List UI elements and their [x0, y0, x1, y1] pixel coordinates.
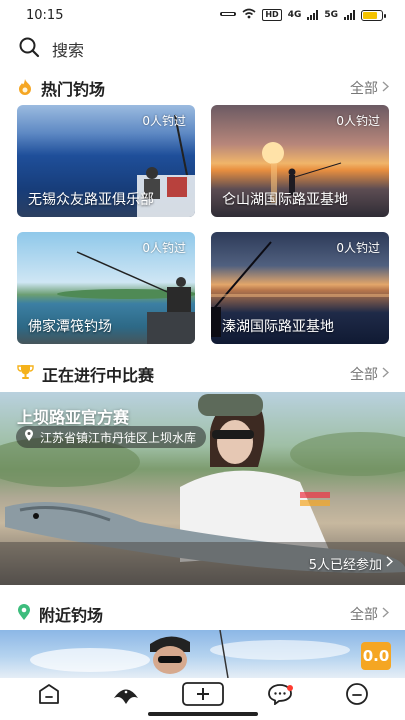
- match-banner[interactable]: 上坝路亚官方赛 江苏省镇江市丹徒区上坝水库 5人已经参加: [0, 392, 405, 585]
- battery-level: [363, 11, 378, 19]
- spot-card[interactable]: 0人钓过 仑山湖国际路亚基地: [211, 105, 389, 217]
- signal-bars-icon: [307, 10, 319, 20]
- nearby-header: 附近钓场 全部: [17, 602, 390, 626]
- search-bar[interactable]: 搜索: [18, 36, 388, 62]
- home-indicator: [148, 712, 258, 716]
- flame-icon: [17, 78, 33, 99]
- match-joined-count[interactable]: 5人已经参加: [308, 554, 394, 573]
- chevron-right-icon: [386, 556, 394, 571]
- tab-fishing[interactable]: [104, 680, 148, 712]
- more-label: 全部: [350, 81, 378, 97]
- hd-badge: HD: [262, 9, 282, 21]
- battery-icon: [361, 9, 386, 21]
- spot-visit-count: 0人钓过: [336, 114, 380, 128]
- tab-create[interactable]: [181, 680, 225, 712]
- spot-visit-count: 0人钓过: [336, 241, 380, 255]
- hot-spots-title: 热门钓场: [41, 80, 106, 99]
- nearby-spot-card[interactable]: 0.0: [0, 630, 405, 678]
- joined-label: 5人已经参加: [308, 558, 382, 573]
- location-pin-icon: [17, 603, 31, 625]
- match-location: 江苏省镇江市丹徒区上坝水库: [40, 430, 197, 445]
- wifi-icon: [242, 8, 256, 22]
- spot-name: 无锡众友路亚俱乐部: [28, 192, 154, 208]
- tab-home[interactable]: [27, 680, 71, 712]
- profile-icon: [345, 682, 369, 710]
- location-pin-icon: [24, 429, 34, 445]
- status-icons: HD 4G 5G: [220, 8, 386, 22]
- signal-5g-label: 5G: [324, 10, 338, 20]
- matches-more-link[interactable]: 全部: [350, 364, 390, 384]
- bottom-tab-bar: [0, 678, 405, 720]
- matches-title: 正在进行中比赛: [42, 366, 155, 385]
- match-location-pill: 江苏省镇江市丹徒区上坝水库: [16, 426, 207, 448]
- tab-messages[interactable]: [258, 680, 302, 712]
- search-icon: [18, 36, 40, 62]
- matches-header: 正在进行中比赛 全部: [17, 362, 390, 386]
- rating-badge: 0.0: [361, 642, 391, 670]
- home-icon: [37, 683, 61, 709]
- chevron-right-icon: [382, 366, 390, 382]
- more-label: 全部: [350, 367, 378, 383]
- unread-dot: [286, 685, 293, 691]
- chevron-right-icon: [382, 606, 390, 622]
- spot-card[interactable]: 0人钓过 无锡众友路亚俱乐部: [17, 105, 195, 217]
- tab-profile[interactable]: [335, 680, 379, 712]
- spot-card[interactable]: 0人钓过 溱湖国际路亚基地: [211, 232, 389, 344]
- match-title: 上坝路亚官方赛: [17, 408, 130, 427]
- spot-name: 仑山湖国际路亚基地: [222, 192, 348, 208]
- nearby-title: 附近钓场: [39, 606, 104, 625]
- signal-4g-label: 4G: [287, 10, 302, 20]
- dnd-icon: [220, 9, 237, 22]
- plus-icon: [181, 682, 224, 710]
- nearby-more-link[interactable]: 全部: [350, 604, 390, 624]
- spot-name: 溱湖国际路亚基地: [222, 319, 334, 335]
- signal-bars-icon: [344, 10, 355, 20]
- hot-spots-more-link[interactable]: 全部: [350, 78, 390, 98]
- hot-spots-header: 热门钓场 全部: [17, 76, 390, 100]
- trophy-icon: [17, 364, 34, 384]
- search-placeholder: 搜索: [52, 41, 85, 60]
- more-label: 全部: [350, 607, 378, 623]
- status-bar: 10:15 HD 4G 5G: [0, 0, 405, 30]
- spot-visit-count: 0人钓过: [142, 114, 186, 128]
- nearby-photo: [30, 630, 350, 678]
- fish-icon: [112, 683, 140, 709]
- spot-name: 佛家潭筏钓场: [28, 319, 112, 335]
- chevron-right-icon: [382, 80, 390, 96]
- spot-card[interactable]: 0人钓过 佛家潭筏钓场: [17, 232, 195, 344]
- status-time: 10:15: [26, 7, 64, 23]
- spot-visit-count: 0人钓过: [142, 241, 186, 255]
